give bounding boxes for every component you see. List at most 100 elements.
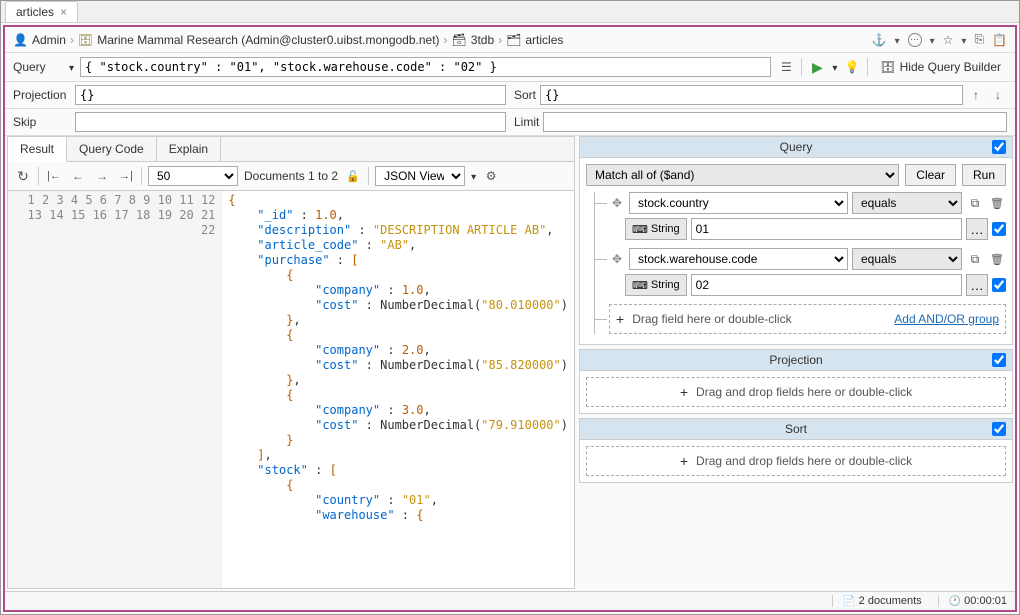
tab-explain[interactable]: Explain (157, 137, 221, 161)
elapsed-time: 00:00:01 (964, 595, 1007, 607)
query-list-icon[interactable]: ☰ (777, 58, 795, 76)
breadcrumb: 👤 Admin › 🗄 Marine Mammal Research (Admi… (5, 27, 1015, 53)
status-bar: 2 documents 00:00:01 (5, 591, 1015, 610)
db-icon: 🗄 (880, 60, 895, 74)
skip-label: Skip (13, 115, 71, 129)
sort-desc-icon[interactable] (989, 86, 1007, 104)
query-input[interactable] (80, 57, 771, 77)
star-icon[interactable] (943, 33, 954, 47)
prev-page-icon[interactable] (69, 167, 87, 185)
result-toolbar: 50 Documents 1 to 2 JSON View (8, 162, 574, 191)
operator-select[interactable]: equals (852, 192, 962, 214)
server-icon: 🗄 (78, 33, 93, 47)
query-label: Query (13, 60, 63, 74)
tab-articles[interactable]: articles × (5, 1, 78, 22)
sort-panel-title: Sort (785, 422, 807, 436)
settings-icon[interactable] (482, 167, 500, 185)
query-dropdown-icon[interactable] (69, 60, 74, 74)
field-select[interactable]: stock.warehouse.code (629, 248, 848, 270)
ellipsis-icon[interactable]: ⋯ (908, 33, 922, 47)
refresh-icon[interactable] (14, 167, 32, 185)
type-button[interactable]: ⌨String (625, 218, 687, 240)
projection-panel: Projection Drag and drop fields here or … (579, 349, 1013, 414)
view-mode-select[interactable]: JSON View (375, 166, 465, 186)
tab-result[interactable]: Result (8, 137, 67, 162)
run-dropdown-icon[interactable] (832, 60, 837, 74)
tab-label: articles (16, 5, 54, 19)
cond-enabled-checkbox[interactable] (992, 222, 1006, 236)
skip-input[interactable] (75, 112, 506, 132)
json-editor[interactable]: 1 2 3 4 5 6 7 8 9 10 11 12 13 14 15 16 1… (8, 191, 574, 588)
type-button[interactable]: ⌨String (625, 274, 687, 296)
clear-button[interactable]: Clear (905, 164, 956, 186)
view-dropdown-icon[interactable] (471, 169, 476, 183)
tab-query-code[interactable]: Query Code (67, 137, 157, 161)
condition-group: stock.country equals ⌨String … (594, 192, 1006, 334)
chevron-icon: › (70, 33, 74, 47)
anchor-icon[interactable] (872, 33, 887, 47)
user-icon: 👤 (13, 33, 28, 47)
run-button[interactable]: Run (962, 164, 1006, 186)
dropdown-icon[interactable] (961, 33, 966, 47)
database-icon: 🗃 (452, 33, 467, 47)
plus-icon (680, 384, 688, 400)
operator-select[interactable]: equals (852, 248, 962, 270)
sort-enabled-checkbox[interactable] (992, 422, 1006, 436)
line-gutter: 1 2 3 4 5 6 7 8 9 10 11 12 13 14 15 16 1… (8, 191, 222, 588)
projection-panel-header: Projection (580, 350, 1012, 371)
drag-handle-icon[interactable] (609, 252, 625, 266)
sort-asc-icon[interactable] (967, 86, 985, 104)
document-icon (843, 595, 855, 607)
delete-icon[interactable] (988, 194, 1006, 212)
lock-icon[interactable] (344, 167, 362, 185)
bc-user[interactable]: Admin (32, 33, 66, 47)
close-icon[interactable]: × (60, 5, 67, 19)
hide-query-builder-button[interactable]: 🗄 Hide Query Builder (874, 58, 1007, 76)
drag-handle-icon[interactable] (609, 196, 625, 210)
bc-coll[interactable]: articles (525, 33, 563, 47)
value-row: ⌨String … (625, 274, 1006, 296)
value-input[interactable] (691, 218, 962, 240)
field-select[interactable]: stock.country (629, 192, 848, 214)
first-page-icon[interactable] (45, 167, 63, 185)
cond-enabled-checkbox[interactable] (992, 278, 1006, 292)
copy-icon[interactable]: ⎘ (974, 32, 984, 47)
hint-icon[interactable]: 💡 (843, 58, 861, 76)
run-icon[interactable]: ▶ (808, 58, 826, 76)
dropdown-icon[interactable] (895, 33, 900, 47)
chevron-icon: › (498, 33, 502, 47)
query-row: Query ☰ ▶ 💡 🗄 Hide Query Builder (5, 53, 1015, 82)
projection-drop-zone[interactable]: Drag and drop fields here or double-clic… (586, 377, 1006, 407)
query-enabled-checkbox[interactable] (992, 140, 1006, 154)
projection-enabled-checkbox[interactable] (992, 353, 1006, 367)
tab-bar: articles × (1, 1, 1019, 23)
value-input[interactable] (691, 274, 962, 296)
condition-row: stock.country equals (595, 192, 1006, 214)
last-page-icon[interactable] (117, 167, 135, 185)
limit-input[interactable] (543, 112, 1007, 132)
condition-row: stock.warehouse.code equals (595, 248, 1006, 270)
sort-drop-zone[interactable]: Drag and drop fields here or double-clic… (586, 446, 1006, 476)
paste-icon[interactable]: 📋 (992, 33, 1007, 47)
sort-label: Sort (514, 88, 536, 102)
bc-db[interactable]: 3tdb (471, 33, 494, 47)
query-panel-title: Query (780, 140, 813, 154)
next-page-icon[interactable] (93, 167, 111, 185)
drop-label: Drag field here or double-click (632, 312, 791, 326)
page-size-select[interactable]: 50 (148, 166, 238, 186)
delete-icon[interactable] (988, 250, 1006, 268)
dropdown-icon[interactable] (930, 33, 935, 47)
add-group-link[interactable]: Add AND/OR group (894, 312, 999, 326)
doc-count: 2 documents (859, 595, 922, 607)
duplicate-icon[interactable] (966, 250, 984, 268)
duplicate-icon[interactable] (966, 194, 984, 212)
projection-panel-title: Projection (769, 353, 822, 367)
sort-input[interactable] (540, 85, 963, 105)
field-drop-zone[interactable]: Drag field here or double-click Add AND/… (609, 304, 1006, 334)
more-button[interactable]: … (966, 274, 988, 296)
match-mode-select[interactable]: Match all of ($and) (586, 164, 899, 186)
bc-conn[interactable]: Marine Mammal Research (Admin@cluster0.u… (97, 33, 439, 47)
chevron-icon: › (444, 33, 448, 47)
projection-input[interactable] (75, 85, 506, 105)
more-button[interactable]: … (966, 218, 988, 240)
